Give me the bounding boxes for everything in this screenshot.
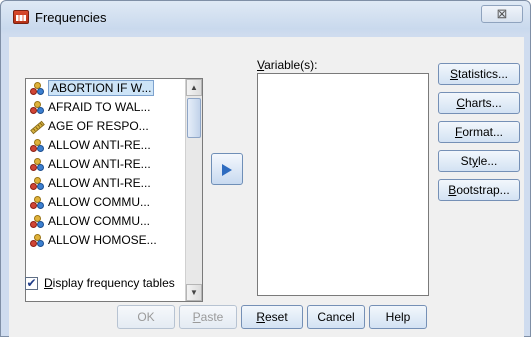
scroll-thumb[interactable] (187, 98, 201, 138)
variable-list-item[interactable]: ALLOW HOMOSE... (26, 231, 185, 250)
variables-label-rest: ariable(s): (264, 58, 318, 72)
display-frequency-tables-label: Display frequency tables (44, 276, 175, 290)
window-title: Frequencies (35, 10, 107, 25)
cancel-button[interactable]: Cancel (307, 305, 365, 329)
variable-label: ABORTION IF W... (48, 80, 155, 96)
source-variable-list[interactable]: ABORTION IF W... AFRAID TO WAL... AGE OF R… (25, 78, 203, 302)
scroll-down-arrow-icon[interactable]: ▼ (186, 284, 202, 301)
variable-list-item[interactable]: ALLOW ANTI-RE... (26, 136, 185, 155)
variable-list-item[interactable]: AFRAID TO WAL... (26, 98, 185, 117)
variables-label: Variable(s): (257, 58, 317, 72)
nominal-variable-icon (30, 139, 44, 152)
move-to-variables-button[interactable] (211, 153, 243, 185)
display-frequency-tables-checkbox[interactable]: ✔ (25, 277, 38, 290)
variable-label: ALLOW COMMU... (48, 195, 151, 209)
format-button[interactable]: Format... (438, 121, 520, 143)
statistics-button[interactable]: Statistics... (438, 63, 520, 85)
nominal-variable-icon (30, 158, 44, 171)
variables-target-list[interactable] (257, 73, 429, 296)
paste-button[interactable]: Paste (179, 305, 237, 329)
charts-button[interactable]: Charts... (438, 92, 520, 114)
close-button[interactable]: ⊠ (481, 5, 523, 23)
dialog-body: ABORTION IF W... AFRAID TO WAL... AGE OF R… (9, 37, 524, 337)
variable-list-item[interactable]: AGE OF RESPO... (26, 117, 185, 136)
nominal-variable-icon (30, 196, 44, 209)
ok-button[interactable]: OK (117, 305, 175, 329)
title-bar[interactable]: Frequencies ⊠ (1, 1, 530, 31)
nominal-variable-icon (30, 215, 44, 228)
nominal-variable-icon (30, 101, 44, 114)
help-button[interactable]: Help (369, 305, 427, 329)
variable-label: ALLOW HOMOSE... (48, 233, 157, 247)
variable-list-item[interactable]: ALLOW ANTI-RE... (26, 174, 185, 193)
variable-label: ALLOW COMMU... (48, 214, 151, 228)
bootstrap-button[interactable]: Bootstrap... (438, 179, 520, 201)
right-arrow-icon (222, 164, 232, 176)
nominal-variable-icon (30, 82, 44, 95)
variable-label: AFRAID TO WAL... (48, 100, 151, 114)
source-list-scrollbar[interactable]: ▲ ▼ (185, 79, 202, 301)
variable-label: AGE OF RESPO... (48, 119, 149, 133)
nominal-variable-icon (30, 234, 44, 247)
variable-list-item[interactable]: ALLOW COMMU... (26, 212, 185, 231)
scale-variable-icon (30, 120, 45, 135)
style-button[interactable]: Style... (438, 150, 520, 172)
variable-label: ALLOW ANTI-RE... (48, 138, 151, 152)
variable-list-item[interactable]: ALLOW ANTI-RE... (26, 155, 185, 174)
nominal-variable-icon (30, 177, 44, 190)
source-variable-items: ABORTION IF W... AFRAID TO WAL... AGE OF R… (26, 79, 185, 301)
variable-list-item[interactable]: ALLOW COMMU... (26, 193, 185, 212)
frequencies-table-icon (13, 10, 29, 24)
variable-label: ALLOW ANTI-RE... (48, 157, 151, 171)
variable-list-item[interactable]: ABORTION IF W... (26, 79, 185, 98)
frequencies-dialog: Frequencies ⊠ ABORTION IF W... AFRAID TO … (0, 0, 531, 337)
reset-button[interactable]: Reset (241, 305, 303, 329)
variable-label: ALLOW ANTI-RE... (48, 176, 151, 190)
scroll-up-arrow-icon[interactable]: ▲ (186, 79, 202, 96)
